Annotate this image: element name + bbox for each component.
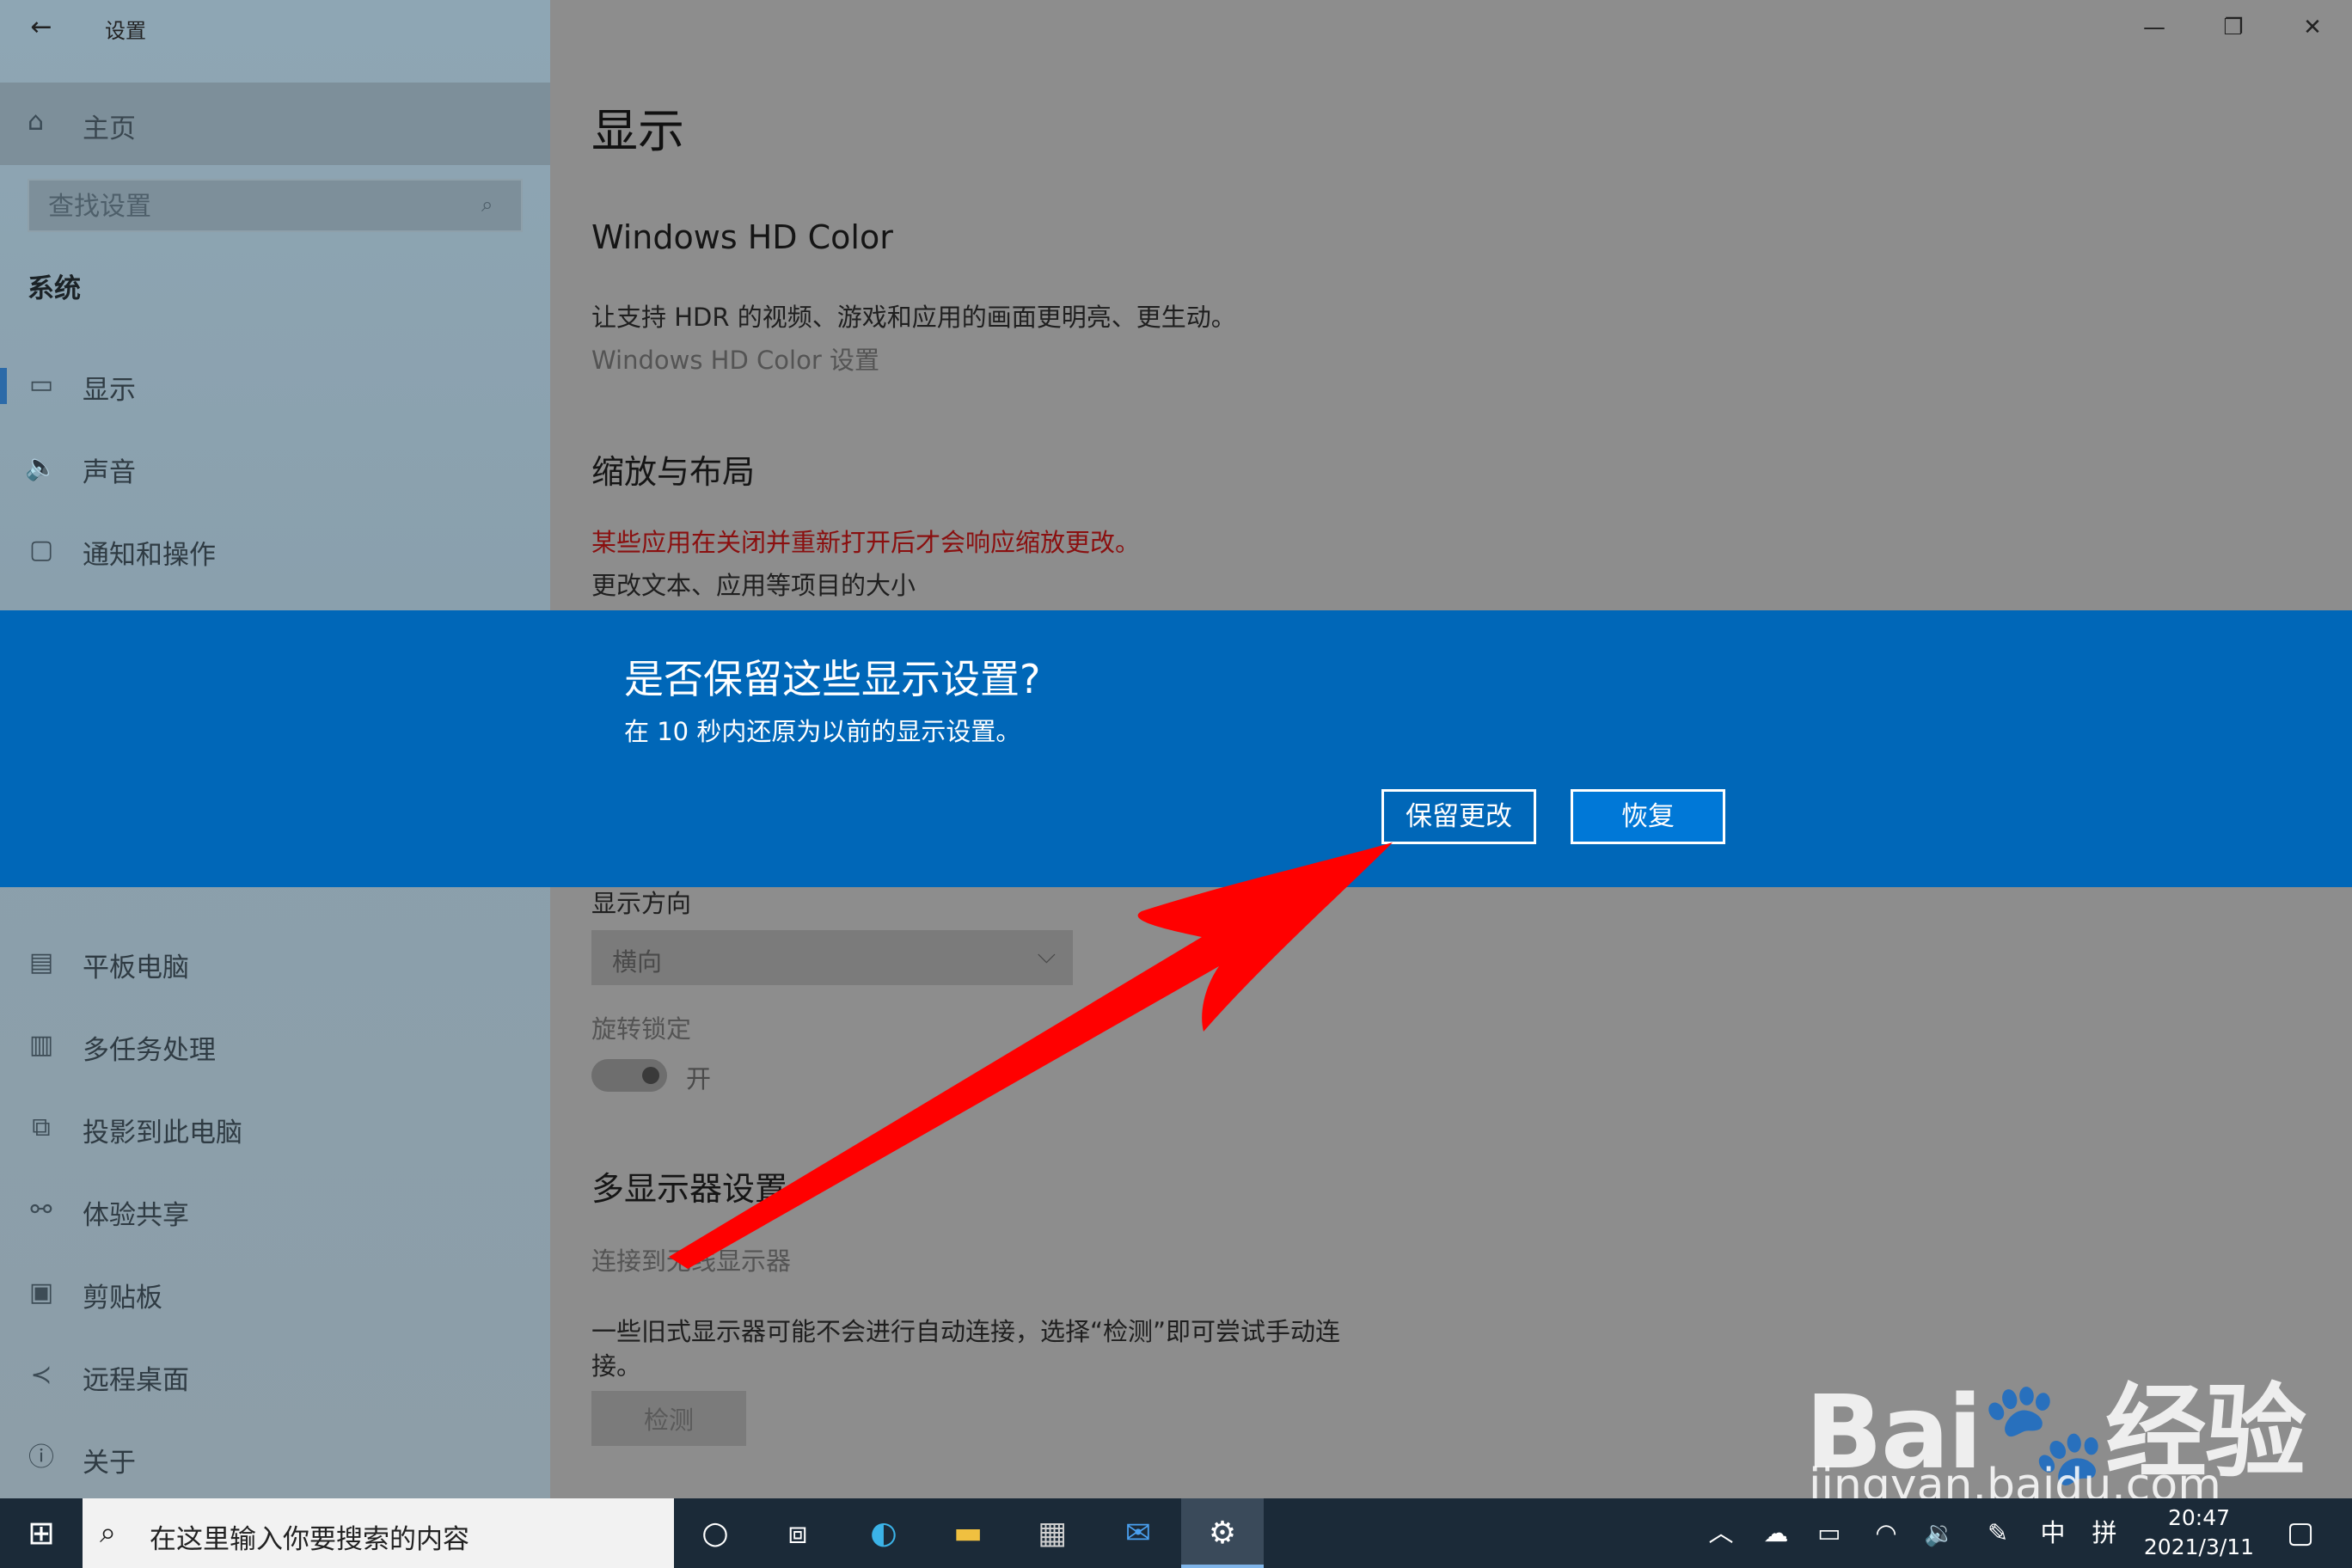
detect-button[interactable]: 检测 — [591, 1391, 746, 1446]
volume-icon[interactable]: 🔉 — [1917, 1498, 1962, 1568]
clock-time: 20:47 — [2167, 1505, 2231, 1530]
dialog-title: 是否保留这些显示设置? — [624, 656, 1041, 702]
multi-display-heading: 多显示器设置 — [591, 1170, 788, 1208]
sidebar-item-label: 体验共享 — [83, 1200, 189, 1231]
close-icon[interactable]: ✕ — [2287, 9, 2338, 46]
mail-icon[interactable]: ✉ — [1097, 1498, 1179, 1568]
scale-warning: 某些应用在关闭并重新打开后才会响应缩放更改。 — [591, 528, 1141, 557]
file-explorer-icon[interactable]: ▬ — [927, 1498, 1009, 1568]
home-icon: ⌂ — [28, 107, 45, 137]
orientation-value: 横向 — [612, 947, 663, 977]
sidebar-item-shared[interactable]: ⚯ 体验共享 — [0, 1169, 550, 1252]
wifi-icon[interactable]: ◠ — [1864, 1498, 1908, 1568]
page-title: 显示 — [591, 104, 684, 158]
toggle-knob — [642, 1067, 659, 1084]
sidebar-item-sound[interactable]: 🔈 声音 — [0, 426, 550, 509]
chevron-down-icon: ⌵ — [1037, 940, 1056, 969]
windows-start-icon[interactable]: ⊞ — [0, 1498, 83, 1568]
rotation-lock-label: 旋转锁定 — [591, 1014, 692, 1044]
sidebar-item-label: 主页 — [83, 113, 136, 144]
action-center-icon[interactable]: ▢ — [2269, 1498, 2331, 1568]
sidebar-item-remote-desktop[interactable]: ≺ 远程桌面 — [0, 1334, 550, 1417]
section-title-system: 系统 — [28, 273, 81, 304]
sidebar-item-label: 剪贴板 — [83, 1283, 162, 1314]
edge-browser-icon[interactable]: ◐ — [842, 1498, 925, 1568]
taskbar: ⊞ ⌕ 在这里输入你要搜索的内容 ○ ⧈ ◐ ▬ ▦ ✉ ⚙ ︿ ☁ ▭ ◠ 🔉… — [0, 1498, 2352, 1568]
sidebar-item-label: 显示 — [83, 375, 136, 406]
sidebar-item-display[interactable]: ▭ 显示 — [0, 344, 550, 426]
speaker-icon: 🔈 — [25, 452, 58, 482]
multitask-icon: ▥ — [28, 1030, 54, 1060]
ime-mode-indicator[interactable]: 拼 — [2082, 1498, 2127, 1568]
keep-settings-dialog: 是否保留这些显示设置? 在 10 秒内还原为以前的显示设置。 保留更改 恢复 — [0, 610, 2352, 887]
orientation-label: 显示方向 — [591, 889, 692, 918]
sidebar-item-label: 声音 — [83, 457, 136, 488]
hd-color-settings-link[interactable]: Windows HD Color 设置 — [591, 340, 879, 377]
cortana-icon[interactable]: ○ — [674, 1498, 756, 1568]
onedrive-icon[interactable]: ☁ — [1754, 1498, 1798, 1568]
settings-search-input[interactable] — [46, 187, 462, 225]
sidebar-item-home[interactable]: ⌂ 主页 — [0, 83, 550, 165]
detect-description-line2: 接。 — [591, 1351, 642, 1381]
sidebar-item-label: 多任务处理 — [83, 1035, 216, 1066]
search-icon: ⌕ — [100, 1516, 117, 1550]
sidebar-item-tablet[interactable]: ▤ 平板电脑 — [0, 922, 550, 1004]
battery-icon[interactable]: ▭ — [1807, 1498, 1852, 1568]
store-icon[interactable]: ▦ — [1011, 1498, 1093, 1568]
detect-description-line1: 一些旧式显示器可能不会进行自动连接，选择“检测”即可尝试手动连 — [591, 1317, 1341, 1346]
keep-changes-button[interactable]: 保留更改 — [1381, 789, 1536, 844]
rotation-lock-state: 开 — [686, 1064, 712, 1093]
taskbar-search-placeholder: 在这里输入你要搜索的内容 — [150, 1524, 469, 1555]
sidebar-item-label: 关于 — [83, 1448, 136, 1479]
taskbar-search-box[interactable]: ⌕ 在这里输入你要搜索的内容 — [83, 1498, 674, 1568]
project-icon: ⧉ — [32, 1112, 51, 1142]
task-view-icon[interactable]: ⧈ — [756, 1498, 839, 1568]
revert-button[interactable]: 恢复 — [1571, 789, 1725, 844]
sidebar-item-label: 远程桌面 — [83, 1365, 189, 1396]
baidu-watermark: Bai🐾经验 jingyan.baidu.com — [1805, 1315, 2338, 1513]
pen-icon[interactable]: ✎ — [1975, 1498, 2020, 1568]
tray-chevron-up-icon[interactable]: ︿ — [1699, 1498, 1743, 1568]
clipboard-icon: ▣ — [28, 1277, 54, 1308]
sidebar-item-project[interactable]: ⧉ 投影到此电脑 — [0, 1087, 550, 1169]
monitor-icon: ▭ — [28, 370, 54, 400]
orientation-dropdown[interactable]: 横向 ⌵ — [591, 930, 1073, 985]
hd-color-heading: Windows HD Color — [591, 218, 893, 256]
sidebar-item-clipboard[interactable]: ▣ 剪贴板 — [0, 1252, 550, 1334]
settings-gear-icon[interactable]: ⚙ — [1181, 1498, 1264, 1568]
sidebar-item-label: 投影到此电脑 — [83, 1118, 242, 1148]
hd-color-description: 让支持 HDR 的视频、游戏和应用的画面更明亮、更生动。 — [591, 303, 1236, 332]
clock-date: 2021/3/11 — [2143, 1534, 2255, 1559]
dialog-message: 在 10 秒内还原为以前的显示设置。 — [624, 717, 1021, 746]
sidebar-item-about[interactable]: ⓘ 关于 — [0, 1417, 550, 1499]
tablet-icon: ▤ — [28, 947, 54, 977]
text-size-label: 更改文本、应用等项目的大小 — [591, 571, 916, 600]
sidebar-item-label: 平板电脑 — [83, 952, 189, 983]
info-icon: ⓘ — [28, 1442, 54, 1473]
wireless-display-link[interactable]: 连接到无线显示器 — [591, 1241, 791, 1277]
share-icon: ⚯ — [30, 1195, 52, 1225]
scale-layout-heading: 缩放与布局 — [591, 453, 756, 491]
search-icon[interactable]: ⌕ — [481, 193, 507, 218]
window-title: 设置 — [105, 19, 146, 43]
sidebar-item-multitasking[interactable]: ▥ 多任务处理 — [0, 1004, 550, 1087]
sidebar-item-label: 通知和操作 — [83, 540, 216, 571]
notification-icon: ▢ — [28, 535, 54, 565]
rotation-lock-toggle[interactable] — [591, 1059, 667, 1092]
minimize-icon[interactable]: — — [2128, 9, 2180, 46]
taskbar-clock[interactable]: 20:47 2021/3/11 — [2130, 1504, 2268, 1562]
maximize-icon[interactable]: ❐ — [2208, 9, 2259, 46]
settings-search-box[interactable]: ⌕ — [28, 179, 523, 232]
sidebar-item-notifications[interactable]: ▢ 通知和操作 — [0, 509, 550, 591]
ime-language-indicator[interactable]: 中 — [2030, 1498, 2075, 1568]
back-arrow-icon[interactable]: ← — [24, 10, 58, 45]
remote-icon: ≺ — [30, 1360, 52, 1390]
